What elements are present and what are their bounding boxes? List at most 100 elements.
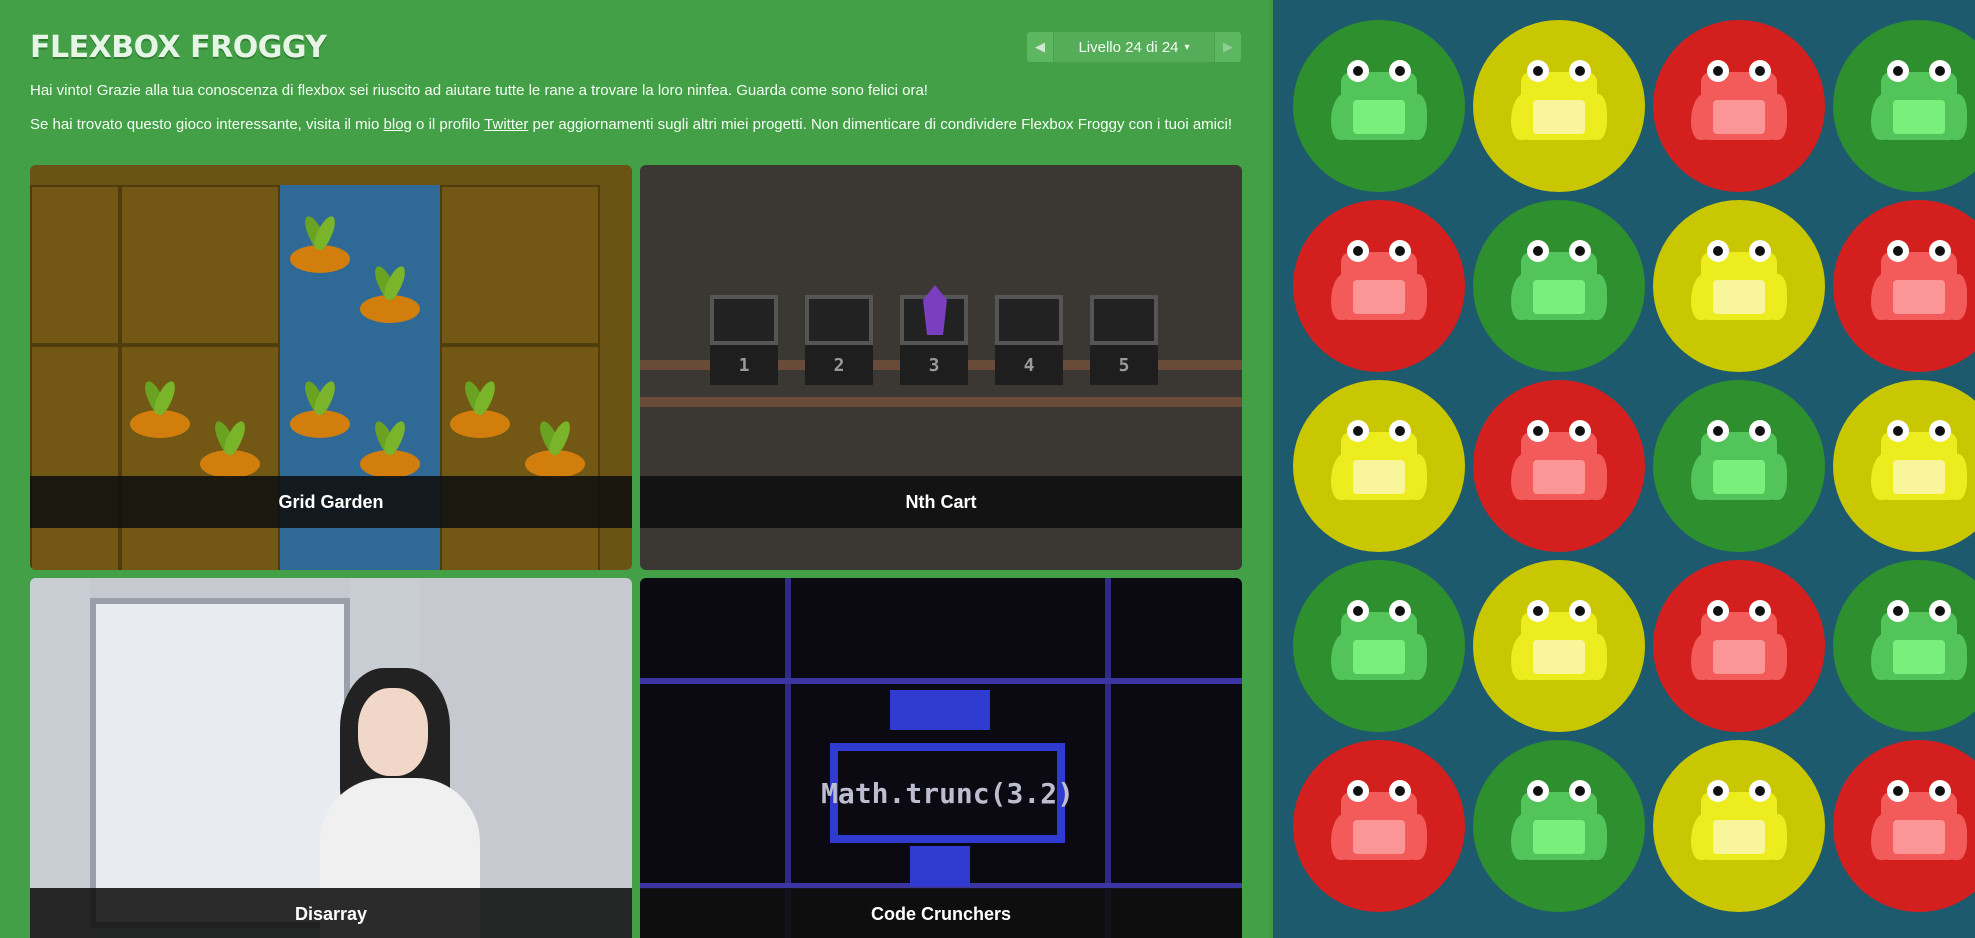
game-card-label: Disarray bbox=[30, 888, 632, 938]
frog-eye bbox=[1929, 60, 1951, 82]
frog-eye bbox=[1527, 240, 1549, 262]
lilypad-green bbox=[1473, 740, 1645, 912]
frog-red bbox=[1691, 60, 1787, 150]
carrot-icon bbox=[525, 450, 585, 478]
frog-eye bbox=[1749, 60, 1771, 82]
frog-red bbox=[1331, 240, 1427, 330]
twitter-link[interactable]: Twitter bbox=[484, 116, 528, 133]
robot-head bbox=[890, 690, 990, 730]
frog-belly bbox=[1353, 460, 1405, 494]
frog-eye bbox=[1887, 420, 1909, 442]
lilypad-red bbox=[1833, 200, 1975, 372]
frog-eye bbox=[1749, 420, 1771, 442]
garden-cell bbox=[120, 185, 280, 345]
frog-belly bbox=[1533, 100, 1585, 134]
frog-belly bbox=[1533, 460, 1585, 494]
frog-belly bbox=[1713, 100, 1765, 134]
cart-number: 4 bbox=[995, 345, 1063, 385]
promo-text-after: per aggiornamenti sugli altri miei proge… bbox=[528, 116, 1233, 133]
promo-message: Se hai trovato questo gioco interessante… bbox=[30, 116, 1232, 133]
win-message: Hai vinto! Grazie alla tua conoscenza di… bbox=[30, 82, 928, 99]
carrot-icon bbox=[360, 295, 420, 323]
lilypad-green bbox=[1473, 200, 1645, 372]
frog-eye bbox=[1389, 240, 1411, 262]
garden-cell bbox=[30, 185, 120, 345]
frog-eye bbox=[1887, 600, 1909, 622]
game-card-grid-garden[interactable]: Grid Garden bbox=[30, 165, 632, 570]
cart-number: 2 bbox=[805, 345, 873, 385]
lilypad-yellow bbox=[1293, 380, 1465, 552]
lilypad-yellow bbox=[1473, 20, 1645, 192]
frog-red bbox=[1691, 600, 1787, 690]
frog-eye bbox=[1347, 60, 1369, 82]
frog-belly bbox=[1533, 280, 1585, 314]
lilypad-green bbox=[1833, 20, 1975, 192]
blog-link[interactable]: blog bbox=[384, 116, 412, 133]
grid-line bbox=[640, 678, 1242, 684]
carrot-icon bbox=[290, 410, 350, 438]
frog-yellow bbox=[1871, 420, 1967, 510]
curtain-left bbox=[30, 578, 90, 938]
game-card-code-crunchers[interactable]: Math.trunc(3.2) Code Crunchers bbox=[640, 578, 1242, 938]
frog-eye bbox=[1887, 60, 1909, 82]
game-card-label: Nth Cart bbox=[640, 476, 1242, 528]
frog-green bbox=[1511, 780, 1607, 870]
frog-yellow bbox=[1691, 780, 1787, 870]
frog-eye bbox=[1707, 600, 1729, 622]
instructions-panel: FLEXBOX FROGGY ◀ Livello 24 di 24 ▾ ▶ Ha… bbox=[0, 0, 1270, 938]
frog-belly bbox=[1353, 100, 1405, 134]
frog-eye bbox=[1527, 780, 1549, 802]
carrot-icon bbox=[360, 450, 420, 478]
frog-green bbox=[1511, 240, 1607, 330]
cart-number: 1 bbox=[710, 345, 778, 385]
frog-eye bbox=[1389, 780, 1411, 802]
frog-eye bbox=[1707, 420, 1729, 442]
frog-eye bbox=[1749, 600, 1771, 622]
frog-belly bbox=[1893, 820, 1945, 854]
carrot-icon bbox=[130, 410, 190, 438]
frog-eye bbox=[1887, 240, 1909, 262]
lilypad-yellow bbox=[1473, 560, 1645, 732]
frog-yellow bbox=[1511, 600, 1607, 690]
level-dropdown[interactable]: Livello 24 di 24 ▾ bbox=[1053, 32, 1215, 62]
chevron-right-icon: ▶ bbox=[1223, 39, 1233, 54]
game-card-nth-cart[interactable]: 1 2 3 4 5 Nth Cart bbox=[640, 165, 1242, 570]
cart-number: 3 bbox=[900, 345, 968, 385]
cart bbox=[805, 295, 873, 345]
game-card-disarray[interactable]: Disarray bbox=[30, 578, 632, 938]
frog-red bbox=[1511, 420, 1607, 510]
frog-eye bbox=[1569, 780, 1591, 802]
lilypad-red bbox=[1473, 380, 1645, 552]
frog-eye bbox=[1389, 600, 1411, 622]
caret-down-icon: ▾ bbox=[1184, 41, 1190, 53]
level-navigator: ◀ Livello 24 di 24 ▾ ▶ bbox=[1027, 32, 1241, 62]
frog-green bbox=[1871, 60, 1967, 150]
lilypad-red bbox=[1293, 740, 1465, 912]
lilypad-yellow bbox=[1833, 380, 1975, 552]
game-card-label: Grid Garden bbox=[30, 476, 632, 528]
lilypad-yellow bbox=[1653, 740, 1825, 912]
frog-yellow bbox=[1511, 60, 1607, 150]
prev-level-button[interactable]: ◀ bbox=[1027, 32, 1053, 62]
frog-yellow bbox=[1691, 240, 1787, 330]
lilypad-green bbox=[1653, 380, 1825, 552]
rail-bottom bbox=[640, 397, 1242, 407]
frog-belly bbox=[1533, 820, 1585, 854]
frog-green bbox=[1871, 600, 1967, 690]
lilypad-red bbox=[1293, 200, 1465, 372]
next-level-button[interactable]: ▶ bbox=[1215, 32, 1241, 62]
app-title: FLEXBOX FROGGY bbox=[30, 30, 327, 65]
frog-green bbox=[1331, 60, 1427, 150]
lilypad-green bbox=[1293, 20, 1465, 192]
lilypad-red bbox=[1653, 20, 1825, 192]
frog-belly bbox=[1713, 820, 1765, 854]
frog-eye bbox=[1929, 240, 1951, 262]
frog-belly bbox=[1713, 460, 1765, 494]
frog-belly bbox=[1893, 460, 1945, 494]
frog-eye bbox=[1929, 600, 1951, 622]
frog-belly bbox=[1353, 640, 1405, 674]
frog-eye bbox=[1569, 420, 1591, 442]
frog-eye bbox=[1749, 780, 1771, 802]
frog-eye bbox=[1569, 600, 1591, 622]
cart-number: 5 bbox=[1090, 345, 1158, 385]
